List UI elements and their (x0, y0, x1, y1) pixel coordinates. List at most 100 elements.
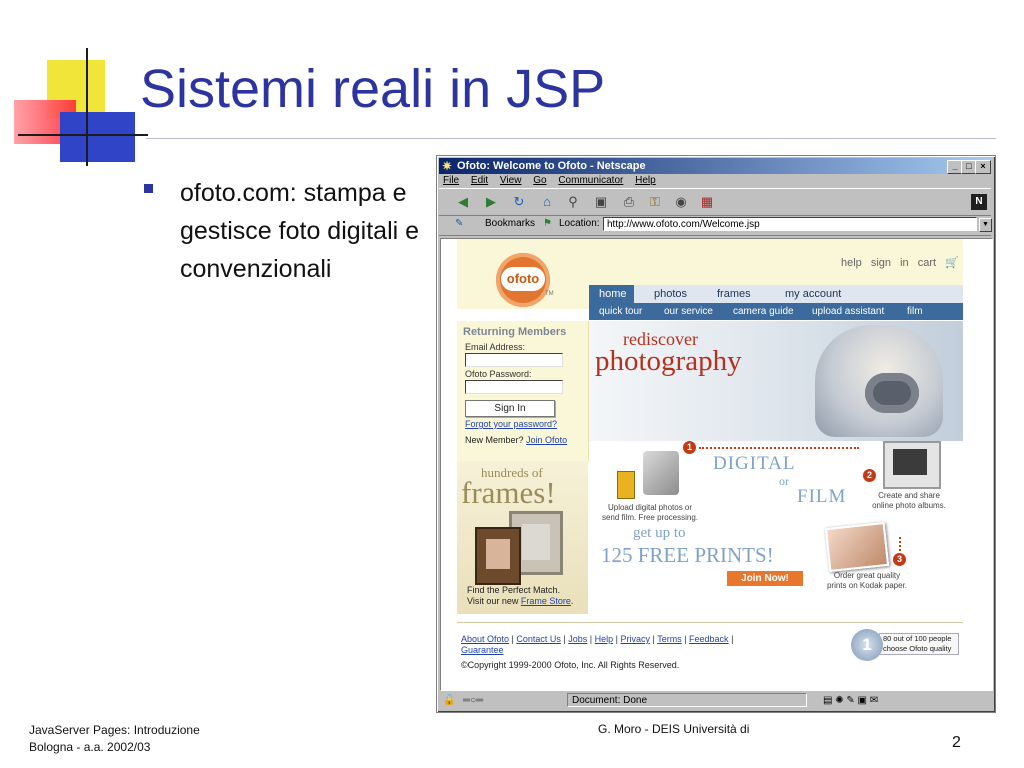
login-panel: Returning Members Email Address: Ofoto P… (457, 321, 589, 461)
sub-nav: quick tour our service camera guide uplo… (589, 303, 963, 320)
step-1-badge: 1 (683, 441, 696, 454)
component-bar-icon[interactable]: ▤ ✺ ✎ ▣ ✉ (823, 693, 878, 709)
netscape-icon: ✷ (442, 159, 453, 173)
quality-badge: 80 out of 100 people choose Ofoto quality… (851, 629, 961, 665)
reload-icon[interactable]: ↻ (511, 194, 527, 210)
security-lock-icon[interactable]: 🔓 (443, 693, 455, 709)
footer-link-privacy[interactable]: Privacy (620, 634, 650, 644)
email-field[interactable] (465, 353, 563, 367)
badge-text: 80 out of 100 people choose Ofoto quality (879, 633, 959, 655)
get-up-to-text: get up to (633, 525, 686, 541)
footer-link-help[interactable]: Help (595, 634, 614, 644)
menu-file[interactable]: File (443, 175, 459, 186)
footer-link-about[interactable]: About Ofoto (461, 634, 509, 644)
share-text-line2: online photo albums. (872, 501, 946, 510)
signin-link[interactable]: sign in (871, 257, 909, 269)
url-input[interactable]: http://www.ofoto.com/Welcome.jsp (603, 217, 977, 231)
location-icon: ⚑ (543, 218, 552, 229)
cart-link[interactable]: cart (918, 257, 936, 269)
mynetscape-icon[interactable]: ▣ (593, 194, 609, 210)
tab-my-account[interactable]: my account (785, 285, 841, 303)
frames-promo[interactable]: hundreds of frames! Find the Perfect Mat… (457, 461, 588, 614)
menu-help[interactable]: Help (635, 175, 656, 186)
password-field[interactable] (465, 380, 563, 394)
tab-home[interactable]: home (589, 285, 634, 303)
arrow-line (699, 447, 859, 449)
tab-frames[interactable]: frames (717, 285, 751, 303)
upload-text: Upload digital photos or send film. Free … (595, 503, 705, 523)
help-link[interactable]: help (841, 257, 862, 269)
arrow-line (899, 537, 902, 551)
hero-banner[interactable]: rediscover photography (589, 321, 963, 441)
badge-line2: choose Ofoto quality (883, 644, 952, 653)
top-links: help sign in cart 🛒 (841, 256, 959, 269)
shop-icon[interactable]: ◉ (673, 194, 689, 210)
footer-link-contact[interactable]: Contact Us (516, 634, 561, 644)
order-text: Order great quality prints on Kodak paper… (817, 571, 917, 591)
cart-icon[interactable]: 🛒 (945, 257, 959, 269)
subnav-quick-tour[interactable]: quick tour (599, 303, 642, 320)
stop-icon[interactable]: ▦ (699, 194, 715, 210)
footer-right: G. Moro - DEIS Università di (598, 722, 750, 736)
trademark: TM (545, 291, 554, 297)
home-icon[interactable]: ⌂ (539, 194, 555, 210)
free-prints-text: 125 FREE PRINTS! (601, 543, 774, 567)
subnav-film[interactable]: film (907, 303, 923, 320)
footer-link-jobs[interactable]: Jobs (568, 634, 587, 644)
step-3-badge: 3 (893, 553, 906, 566)
main-nav: home photos frames my account (589, 285, 963, 303)
tab-photos[interactable]: photos (654, 285, 687, 303)
url-dropdown-icon[interactable]: ▼ (979, 218, 992, 232)
bookmarks-icon[interactable]: ✎ (455, 218, 463, 229)
frame-store-text: Visit our new Frame Store. (467, 596, 574, 606)
ofoto-logo-text: ofoto (501, 267, 545, 291)
steps-panel: Upload digital photos or send film. Free … (589, 441, 963, 614)
menu-view[interactable]: View (500, 175, 522, 186)
upload-text-line2: send film. Free processing. (601, 513, 699, 522)
menu-communicator[interactable]: Communicator (558, 175, 623, 186)
location-toolbar: ✎ Bookmarks ⚑ Location: http://www.ofoto… (439, 215, 992, 236)
subnav-our-service[interactable]: our service (664, 303, 713, 320)
footer-link-feedback[interactable]: Feedback (689, 634, 729, 644)
frame-store-link[interactable]: Frame Store (521, 596, 571, 606)
page-viewport: ofoto TM help sign in cart 🛒 home photos… (440, 238, 993, 691)
decoration-horizontal-line (18, 134, 148, 136)
location-label: Location: (559, 218, 600, 229)
monitor-image (883, 441, 941, 489)
menu-edit[interactable]: Edit (471, 175, 488, 186)
search-icon[interactable]: ⚲ (565, 194, 581, 210)
print-icon[interactable]: ⎙ (621, 194, 637, 210)
footer-link-terms[interactable]: Terms (657, 634, 682, 644)
ofoto-logo[interactable]: ofoto (496, 253, 550, 307)
kids-photo-image (824, 521, 890, 573)
badge-line1: 80 out of 100 people (883, 634, 952, 643)
page-number: 2 (952, 734, 961, 751)
forgot-password-link[interactable]: Forgot your password? (465, 419, 557, 429)
navigation-toolbar: ◀ ▶ ↻ ⌂ ⚲ ▣ ⎙ ⚿ ◉ ▦ N (439, 188, 991, 216)
back-icon[interactable]: ◀ (455, 194, 471, 210)
digital-camera-image (643, 451, 679, 495)
footer-links: About Ofoto | Contact Us | Jobs | Help |… (461, 634, 734, 655)
subnav-camera-guide[interactable]: camera guide (733, 303, 794, 320)
subnav-upload-assistant[interactable]: upload assistant (812, 303, 884, 320)
digital-label: DIGITAL (713, 453, 796, 474)
join-now-button[interactable]: Join Now! (727, 571, 803, 586)
menu-go[interactable]: Go (533, 175, 546, 186)
connection-icon: ═○═ (463, 695, 484, 706)
frames-promo-line2: frames! (461, 475, 556, 510)
slide-title: Sistemi reali in JSP (140, 59, 606, 119)
new-member-text: New Member? Join Ofoto (465, 435, 567, 445)
signin-button[interactable]: Sign In (465, 400, 555, 417)
footer-link-guarantee[interactable]: Guarantee (461, 645, 504, 655)
copyright-text: ©Copyright 1999-2000 Ofoto, Inc. All Rig… (461, 660, 680, 670)
close-button[interactable]: × (975, 160, 991, 174)
upload-text-line1: Upload digital photos or (607, 503, 693, 512)
security-icon[interactable]: ⚿ (647, 194, 663, 210)
login-title: Returning Members (463, 326, 567, 338)
footer-left-line1: JavaServer Pages: Introduzione (29, 723, 200, 737)
join-ofoto-link[interactable]: Join Ofoto (526, 435, 567, 445)
forward-icon[interactable]: ▶ (483, 194, 499, 210)
share-text-line1: Create and share (878, 491, 940, 500)
bookmarks-button[interactable]: Bookmarks (485, 218, 535, 229)
step-2-badge: 2 (863, 469, 876, 482)
